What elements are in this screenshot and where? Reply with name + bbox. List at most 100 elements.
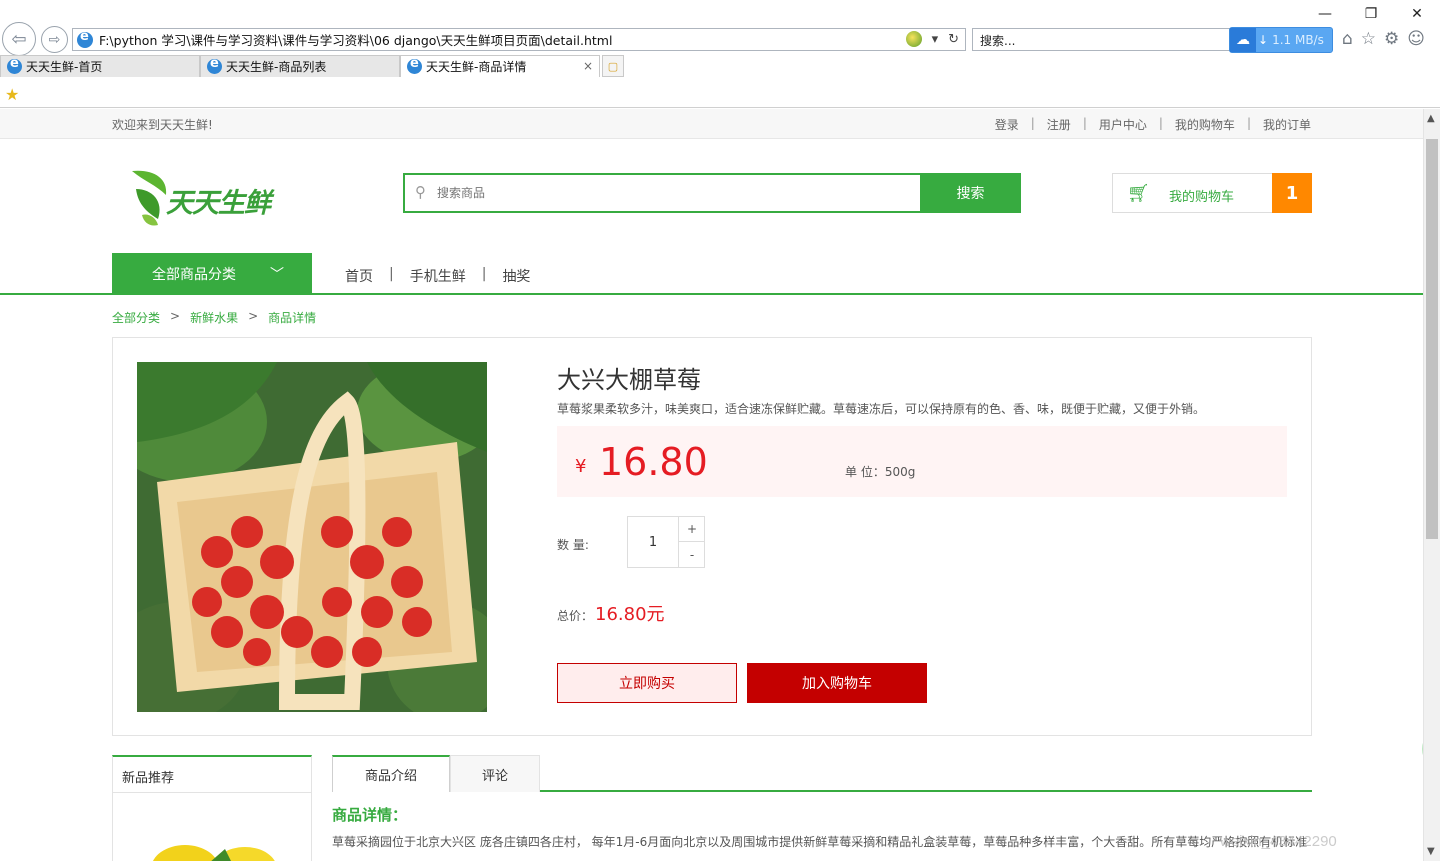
download-speed-badge[interactable]: ☁ ↓ 1.1 MB/s bbox=[1229, 27, 1333, 53]
detail-title: 商品详情： bbox=[332, 806, 408, 824]
my-orders-link[interactable]: 我的订单 bbox=[1263, 116, 1311, 133]
register-link[interactable]: 注册 bbox=[1047, 116, 1071, 133]
add-favorites-icon[interactable]: ★ bbox=[5, 85, 19, 104]
page-viewport: 欢迎来到天天生鲜! 登录 | 注册 | 用户中心 | 我的购物车 | 我的订单 … bbox=[0, 109, 1440, 861]
new-recommend-title: 新品推荐 bbox=[113, 757, 311, 793]
product-tabs: 商品介绍 评论 bbox=[332, 755, 1312, 792]
ie-tab-icon bbox=[7, 56, 22, 74]
address-bar[interactable]: F:\python 学习\课件与学习资料\课件与学习资料\06 django\天… bbox=[72, 28, 966, 51]
quantity-stepper: 1 + - bbox=[627, 516, 705, 568]
welcome-text: 欢迎来到天天生鲜! bbox=[112, 118, 213, 132]
product-description: 草莓浆果柔软多汁，味美爽口，适合速冻保鲜贮藏。草莓速冻后，可以保持原有的色、香、… bbox=[557, 402, 1206, 416]
separator: | bbox=[1246, 116, 1251, 130]
main-nav: 全部商品分类 ﹀ 首页 | 手机生鲜 | 抽奖 bbox=[0, 253, 1423, 295]
breadcrumb-fresh-fruit[interactable]: 新鲜水果 bbox=[190, 309, 238, 326]
separator: | bbox=[1030, 116, 1035, 130]
watermark: weixin_43442290 bbox=[1220, 833, 1337, 850]
new-recommend-panel: 新品推荐 bbox=[112, 755, 312, 861]
product-name: 大兴大棚草莓 bbox=[557, 366, 701, 394]
search-input[interactable] bbox=[437, 183, 907, 203]
nav-lottery-link[interactable]: 抽奖 bbox=[502, 266, 530, 286]
scroll-down-icon[interactable]: ▼ bbox=[1427, 846, 1435, 857]
minimize-button[interactable]: — bbox=[1302, 0, 1348, 28]
logo-text: 天天生鲜 bbox=[166, 188, 271, 219]
back-button[interactable]: ⇦ bbox=[2, 22, 36, 56]
home-icon[interactable]: ⌂ bbox=[1342, 29, 1353, 49]
all-categories-label: 全部商品分类 bbox=[152, 267, 236, 283]
tab-product-intro[interactable]: 商品介绍 bbox=[332, 755, 450, 792]
product-unit: 单 位：500g bbox=[845, 465, 916, 479]
addon-icon[interactable] bbox=[905, 31, 922, 47]
browser-tabs: 天天生鲜-首页 天天生鲜-商品列表 天天生鲜-商品详情 × ▢ bbox=[0, 55, 624, 77]
quantity-increase-button[interactable]: + bbox=[678, 517, 705, 542]
separator: | bbox=[1082, 116, 1087, 130]
scrollbar-thumb[interactable] bbox=[1426, 139, 1438, 539]
restore-button[interactable]: ❐ bbox=[1348, 0, 1394, 28]
refresh-icon[interactable]: ↻ bbox=[948, 32, 959, 47]
new-tab-icon: ▢ bbox=[607, 59, 619, 73]
chevron-down-icon: ﹀ bbox=[270, 267, 284, 283]
top-bar: 欢迎来到天天生鲜! 登录 | 注册 | 用户中心 | 我的购物车 | 我的订单 bbox=[0, 109, 1423, 139]
browser-search-input[interactable]: 搜索... bbox=[972, 28, 1230, 51]
quantity-label: 数 量: bbox=[557, 538, 589, 552]
total-label: 总价： bbox=[557, 609, 594, 623]
site-logo[interactable]: 天天生鲜 bbox=[128, 167, 288, 229]
all-categories-menu[interactable]: 全部商品分类 ﹀ bbox=[112, 253, 312, 295]
breadcrumb-separator: > bbox=[170, 309, 181, 323]
total-amount: 16.80元 bbox=[595, 604, 665, 625]
address-url: F:\python 学习\课件与学习资料\课件与学习资料\06 django\天… bbox=[99, 33, 613, 48]
breadcrumb-separator: > bbox=[248, 309, 259, 323]
tab-close-icon[interactable]: × bbox=[583, 59, 593, 73]
breadcrumb-all-categories[interactable]: 全部分类 bbox=[112, 309, 160, 326]
forward-arrow-icon: ⇨ bbox=[48, 31, 61, 48]
new-tab-button[interactable]: ▢ bbox=[602, 55, 624, 77]
separator: | bbox=[1158, 116, 1163, 130]
my-cart-link[interactable]: 我的购物车 bbox=[1175, 116, 1235, 133]
vertical-scrollbar[interactable]: ▲ ▼ bbox=[1423, 109, 1440, 861]
favorites-star-icon[interactable]: ☆ bbox=[1361, 29, 1376, 49]
shopping-cart-icon: 🛒︎ bbox=[1127, 183, 1150, 204]
currency-symbol: ¥ bbox=[575, 456, 587, 477]
user-center-link[interactable]: 用户中心 bbox=[1099, 116, 1147, 133]
breadcrumb: 全部分类 > 新鲜水果 > 商品详情 bbox=[112, 309, 316, 326]
dropdown-arrow-icon[interactable]: ▾ bbox=[932, 32, 939, 47]
nav-home-link[interactable]: 首页 bbox=[345, 266, 373, 286]
browser-tab-title: 天天生鲜-首页 bbox=[26, 60, 103, 74]
scroll-up-icon[interactable]: ▲ bbox=[1427, 113, 1435, 124]
back-arrow-icon: ⇦ bbox=[11, 28, 27, 50]
product-price: 16.80 bbox=[599, 440, 708, 484]
smiley-icon[interactable]: ☺ bbox=[1407, 29, 1425, 49]
cart-button[interactable]: 🛒︎ 我的购物车 1 bbox=[1112, 173, 1312, 213]
browser-chrome: — ❐ ✕ ⇦ ⇨ F:\python 学习\课件与学习资料\课件与学习资料\0… bbox=[0, 0, 1440, 109]
window-controls: — ❐ ✕ bbox=[1302, 0, 1440, 28]
close-window-button[interactable]: ✕ bbox=[1394, 0, 1440, 28]
quantity-input[interactable]: 1 bbox=[628, 517, 678, 567]
nav-mobile-fresh-link[interactable]: 手机生鲜 bbox=[410, 266, 466, 286]
price-box: ¥ 16.80 单 位：500g bbox=[557, 426, 1287, 497]
search-button[interactable]: 搜索 bbox=[920, 173, 1021, 213]
lemon-thumbnail[interactable] bbox=[145, 833, 275, 861]
browser-tab-list[interactable]: 天天生鲜-商品列表 bbox=[200, 55, 400, 77]
breadcrumb-product-detail[interactable]: 商品详情 bbox=[268, 309, 316, 326]
tab-comments[interactable]: 评论 bbox=[450, 755, 540, 792]
buy-now-button[interactable]: 立即购买 bbox=[557, 663, 737, 703]
add-to-cart-button[interactable]: 加入购物车 bbox=[747, 663, 927, 703]
browser-tab-home[interactable]: 天天生鲜-首页 bbox=[0, 55, 200, 77]
cart-count-badge: 1 bbox=[1272, 173, 1312, 213]
browser-tab-title: 天天生鲜-商品列表 bbox=[226, 60, 327, 74]
product-detail-panel: 大兴大棚草莓 草莓浆果柔软多汁，味美爽口，适合速冻保鲜贮藏。草莓速冻后，可以保持… bbox=[112, 337, 1312, 736]
ie-tab-icon bbox=[407, 56, 422, 74]
browser-tab-title: 天天生鲜-商品详情 bbox=[426, 60, 527, 74]
site-search: ⚲ 搜索 bbox=[403, 173, 1021, 213]
total-price: 总价： 16.80元 bbox=[557, 600, 665, 626]
quantity-decrease-button[interactable]: - bbox=[678, 542, 705, 567]
settings-gear-icon[interactable]: ⚙ bbox=[1384, 29, 1399, 49]
download-arrow-icon: ↓ bbox=[1258, 33, 1269, 47]
ie-tab-icon bbox=[207, 56, 222, 74]
forward-button[interactable]: ⇨ bbox=[41, 26, 68, 53]
login-link[interactable]: 登录 bbox=[995, 116, 1019, 133]
nav-links: 首页 | 手机生鲜 | 抽奖 bbox=[345, 266, 530, 286]
product-image bbox=[137, 362, 487, 712]
cloud-icon: ☁ bbox=[1230, 28, 1256, 52]
browser-tab-detail[interactable]: 天天生鲜-商品详情 × bbox=[400, 55, 600, 77]
